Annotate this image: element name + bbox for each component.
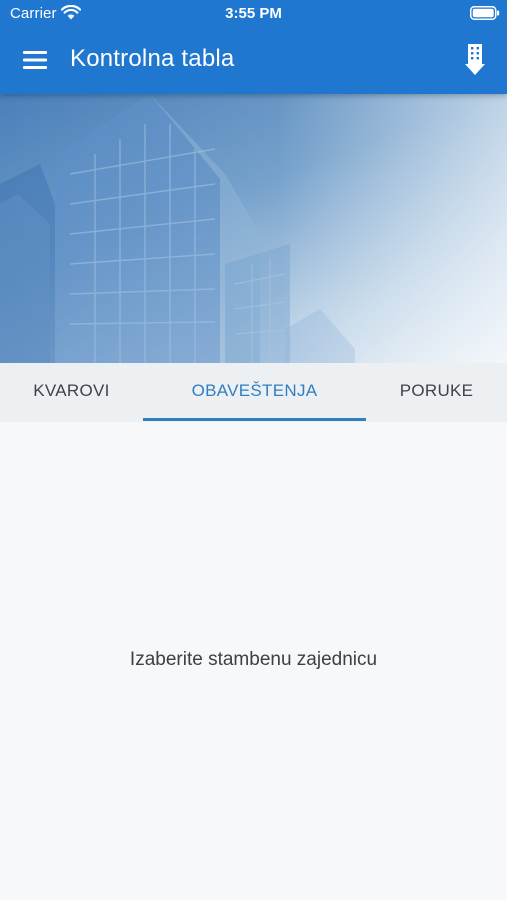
- tab-kvarovi[interactable]: KVAROVI: [0, 363, 143, 422]
- hamburger-menu-icon[interactable]: [20, 47, 50, 73]
- building-download-icon[interactable]: [460, 43, 490, 77]
- page-title: Kontrolna tabla: [70, 45, 235, 72]
- tab-obavestenja[interactable]: OBAVEŠTENJA: [143, 363, 366, 422]
- building-hero-image: [0, 94, 507, 363]
- tab-bar: KVAROVI OBAVEŠTENJA PORUKE: [0, 363, 507, 422]
- battery-icon: [470, 6, 500, 20]
- empty-state-message: Izaberite stambenu zajednicu: [129, 649, 378, 670]
- building-illustration: [0, 94, 507, 363]
- active-tab-indicator: [143, 418, 366, 421]
- app-header: Carrier 3:55 PM Kontrolna tabla: [0, 0, 507, 94]
- tab-poruke[interactable]: PORUKE: [366, 363, 507, 422]
- status-time: 3:55 PM: [225, 5, 282, 22]
- status-bar: Carrier 3:55 PM: [0, 0, 507, 28]
